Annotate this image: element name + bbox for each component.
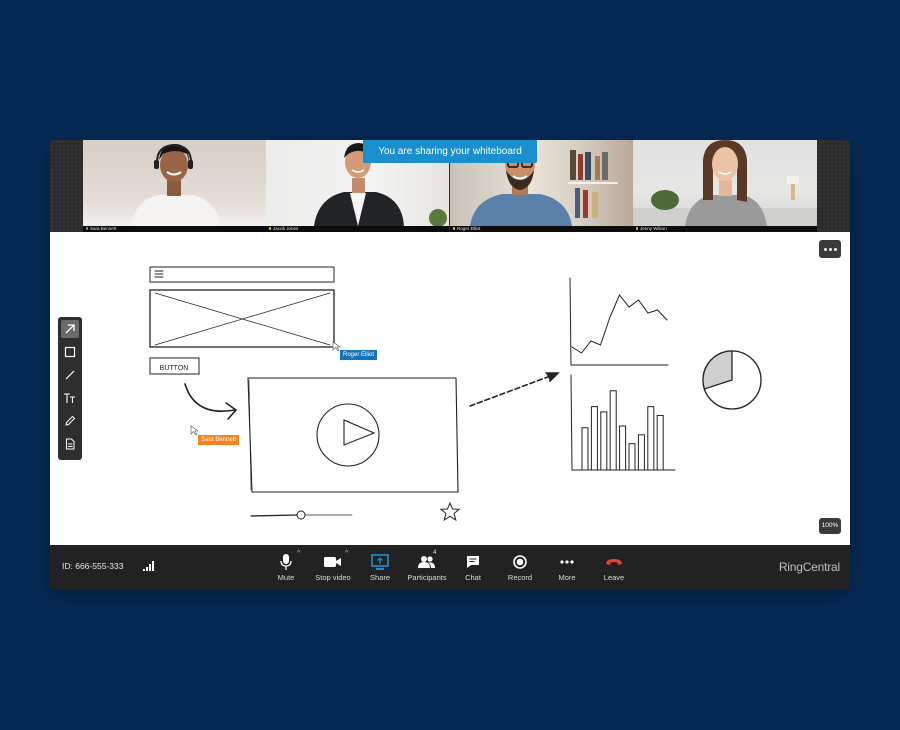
stop-video-label: Stop video [315, 573, 351, 582]
sketch-button-text: BUTTON [160, 365, 189, 372]
tool-select[interactable] [61, 320, 79, 338]
dot [833, 247, 837, 251]
tool-document[interactable] [61, 435, 79, 453]
text-icon [64, 393, 75, 403]
participant-name: Jacob Jones [273, 226, 299, 231]
meeting-window: Sara Bennett Jacob Jones Roger Elliot Je… [50, 140, 850, 590]
mute-button[interactable]: ^ Mute [261, 550, 311, 585]
video-options-caret-icon[interactable]: ^ [345, 550, 348, 557]
sketch-star [439, 501, 461, 522]
hang-up-icon [606, 559, 622, 565]
microphone-icon [280, 554, 292, 570]
participants-icon [418, 556, 435, 568]
dot [828, 247, 832, 251]
record-button[interactable]: Record [495, 553, 545, 585]
microphone-muted-icon [636, 227, 638, 231]
mute-options-caret-icon[interactable]: ^ [297, 550, 300, 557]
sketch-line-chart [569, 277, 669, 366]
zoom-level-indicator[interactable]: 100% [819, 518, 841, 534]
microphone-icon [86, 227, 88, 231]
line-icon [65, 370, 75, 380]
participant-name: Jenny Wilson [640, 226, 667, 231]
cursor-arrow-icon [190, 425, 199, 436]
participant-video [633, 140, 817, 226]
cursor-label-sara-bennett: Sara Bennett [198, 435, 240, 445]
sketch-bar [647, 406, 655, 471]
sketch-bar-chart [570, 374, 676, 471]
sketch-dashed-arrow [469, 372, 560, 407]
sharing-banner: You are sharing your whiteboard [363, 140, 537, 163]
more-icon [560, 560, 574, 564]
sketch-bar [590, 406, 598, 471]
person-silhouette [633, 140, 817, 226]
document-icon [66, 438, 75, 450]
share-label: Share [369, 573, 390, 582]
sketch-bar [600, 411, 608, 471]
sketch-bar [609, 390, 617, 471]
cursor-label-roger-elliot: Roger Elliot [340, 350, 378, 360]
sketch-pie-chart [702, 350, 762, 410]
share-button[interactable]: Share [355, 553, 405, 585]
sketch-curved-arrow [184, 383, 238, 420]
person-silhouette [131, 143, 221, 226]
sketch-bar [656, 414, 664, 471]
hamburger-icon [154, 270, 164, 278]
participants-label: Participants [407, 573, 447, 582]
participant-name: Sara Bennett [90, 226, 117, 231]
record-icon [513, 555, 527, 569]
more-label: More [558, 573, 576, 582]
meeting-controlbar: ID: 666-555-333 ^ Mute ^ Stop video Shar… [50, 545, 850, 590]
dot [823, 247, 827, 251]
sketch-bar [581, 427, 589, 471]
share-screen-icon [371, 553, 389, 570]
cursor-arrow-icon [332, 341, 341, 352]
meeting-id: ID: 666-555-333 [62, 561, 124, 571]
sketch-header-bar [149, 266, 335, 283]
video-camera-icon [324, 557, 341, 567]
whiteboard-toolbar [58, 317, 82, 460]
sketch-bar [619, 425, 627, 471]
mute-label: Mute [277, 573, 295, 582]
participants-button[interactable]: 4 Participants [402, 550, 452, 585]
ringcentral-logo: RingCentral [778, 560, 840, 574]
chat-icon [467, 556, 479, 568]
arrow-icon [65, 324, 75, 334]
record-label: Record [507, 573, 533, 582]
whiteboard-canvas[interactable]: BUTTON Roger Elliot Sara Bennett 100% [50, 232, 850, 545]
microphone-muted-icon [453, 227, 455, 231]
sketch-line-series [571, 294, 668, 354]
participant-name: Roger Elliot [457, 226, 481, 231]
sketch-bar [628, 443, 636, 471]
whiteboard-more-button[interactable] [819, 240, 841, 258]
microphone-muted-icon [269, 227, 271, 231]
chat-label: Chat [465, 573, 481, 582]
participant-tile-sara-bennett[interactable]: Sara Bennett [83, 140, 266, 232]
whiteboard-drawing: BUTTON [149, 266, 762, 522]
participant-video [83, 140, 266, 226]
sketch-slider [250, 510, 353, 520]
pencil-icon [65, 415, 76, 426]
leave-button[interactable]: Leave [589, 553, 639, 585]
sketch-video-player [247, 377, 459, 493]
tool-pen[interactable] [61, 412, 79, 430]
participants-count: 4 [433, 550, 437, 556]
video-strip: Sara Bennett Jacob Jones Roger Elliot Je… [50, 140, 850, 232]
tool-rectangle[interactable] [61, 343, 79, 361]
tool-text[interactable] [61, 389, 79, 407]
leave-label: Leave [603, 573, 625, 582]
participant-tile-jenny-wilson[interactable]: Jenny Wilson [633, 140, 817, 232]
square-icon [64, 346, 76, 358]
sketch-image-placeholder [149, 289, 335, 348]
stop-video-button[interactable]: ^ Stop video [308, 550, 358, 585]
sketch-bar [637, 434, 645, 471]
chat-button[interactable]: Chat [448, 553, 498, 585]
more-button[interactable]: More [542, 553, 592, 585]
signal-strength-icon[interactable] [143, 561, 155, 571]
tool-line[interactable] [61, 366, 79, 384]
